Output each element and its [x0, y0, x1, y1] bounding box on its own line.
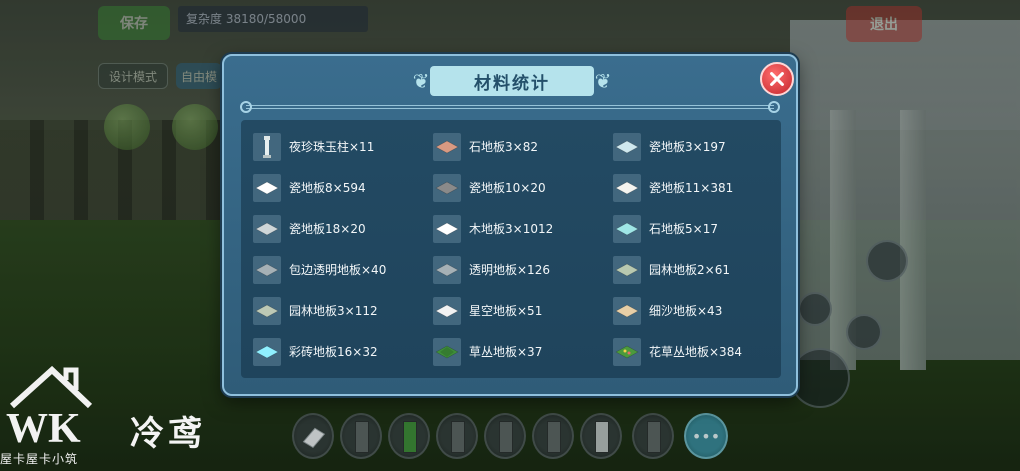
tile-icon	[613, 255, 641, 284]
close-button[interactable]	[760, 62, 794, 96]
tile-icon	[613, 296, 641, 325]
title-divider	[246, 105, 774, 109]
material-label: 瓷地板18×20	[289, 222, 366, 236]
tile-icon	[433, 296, 461, 325]
grass-tile-icon	[433, 337, 461, 366]
material-item: 花草丛地板×384	[613, 331, 773, 372]
house-logo-icon: WK	[6, 366, 93, 452]
flower-grass-tile-icon	[613, 337, 641, 366]
watermark: WK 冷鸢 屋卡屋卡小筑	[0, 366, 240, 471]
material-item: 瓷地板18×20	[253, 208, 433, 249]
material-label: 草丛地板×37	[469, 345, 543, 359]
tile-icon	[433, 214, 461, 243]
scroll-ornament-icon: ❦	[412, 69, 430, 93]
material-label: 星空地板×51	[469, 304, 543, 318]
material-label: 瓷地板11×381	[649, 181, 734, 195]
tile-icon	[253, 173, 281, 202]
material-item: 草丛地板×37	[433, 331, 613, 372]
material-label: 透明地板×126	[469, 263, 550, 277]
material-item: 石地板3×82	[433, 126, 613, 167]
close-x-icon	[770, 72, 784, 86]
material-label: 木地板3×1012	[469, 222, 554, 236]
material-label: 夜珍珠玉柱×11	[289, 140, 375, 154]
material-label: 包边透明地板×40	[289, 263, 387, 277]
material-item: 木地板3×1012	[433, 208, 613, 249]
studio-name: 屋卡屋卡小筑	[0, 452, 79, 466]
material-item: 细沙地板×43	[613, 290, 773, 331]
tile-icon	[253, 296, 281, 325]
dialog-title-banner: ❦ 材料统计 ❦	[410, 66, 614, 96]
material-item: 瓷地板8×594	[253, 167, 433, 208]
author-name: 冷鸢	[130, 414, 206, 454]
material-label: 瓷地板10×20	[469, 181, 546, 195]
tile-icon	[613, 173, 641, 202]
material-label: 细沙地板×43	[649, 304, 723, 318]
tile-icon	[253, 255, 281, 284]
tile-icon	[253, 337, 281, 366]
material-label: 花草丛地板×384	[649, 345, 742, 359]
tile-icon	[433, 132, 461, 161]
tile-icon	[433, 255, 461, 284]
material-item: 透明地板×126	[433, 249, 613, 290]
material-label: 瓷地板8×594	[289, 181, 366, 195]
dialog-title: 材料统计	[430, 66, 594, 96]
material-label: 石地板5×17	[649, 222, 718, 236]
material-label: 石地板3×82	[469, 140, 538, 154]
material-label: 园林地板3×112	[289, 304, 378, 318]
material-item: 瓷地板10×20	[433, 167, 613, 208]
material-item: 瓷地板11×381	[613, 167, 773, 208]
material-label: 瓷地板3×197	[649, 140, 726, 154]
tile-icon	[613, 214, 641, 243]
pillar-icon	[253, 132, 281, 161]
material-item: 园林地板2×61	[613, 249, 773, 290]
scroll-ornament-icon: ❦	[594, 69, 612, 93]
material-label: 园林地板2×61	[649, 263, 730, 277]
material-item: 夜珍珠玉柱×11	[253, 126, 433, 167]
material-item: 瓷地板3×197	[613, 126, 773, 167]
material-item: 包边透明地板×40	[253, 249, 433, 290]
material-stats-dialog: ❦ 材料统计 ❦ 夜珍珠玉柱×11 石地板3×82 瓷地板3×197 瓷地板8×594…	[222, 54, 798, 396]
divider-ornament	[768, 101, 780, 113]
tile-icon	[433, 173, 461, 202]
logo-text: WK	[6, 406, 81, 452]
material-item: 园林地板3×112	[253, 290, 433, 331]
material-item: 石地板5×17	[613, 208, 773, 249]
tile-icon	[253, 214, 281, 243]
tile-icon	[613, 132, 641, 161]
material-item: 彩砖地板16×32	[253, 331, 433, 372]
material-label: 彩砖地板16×32	[289, 345, 378, 359]
materials-panel: 夜珍珠玉柱×11 石地板3×82 瓷地板3×197 瓷地板8×594 瓷地板10×20 瓷…	[241, 120, 781, 378]
materials-grid: 夜珍珠玉柱×11 石地板3×82 瓷地板3×197 瓷地板8×594 瓷地板10×20 瓷…	[253, 126, 773, 372]
material-item: 星空地板×51	[433, 290, 613, 331]
